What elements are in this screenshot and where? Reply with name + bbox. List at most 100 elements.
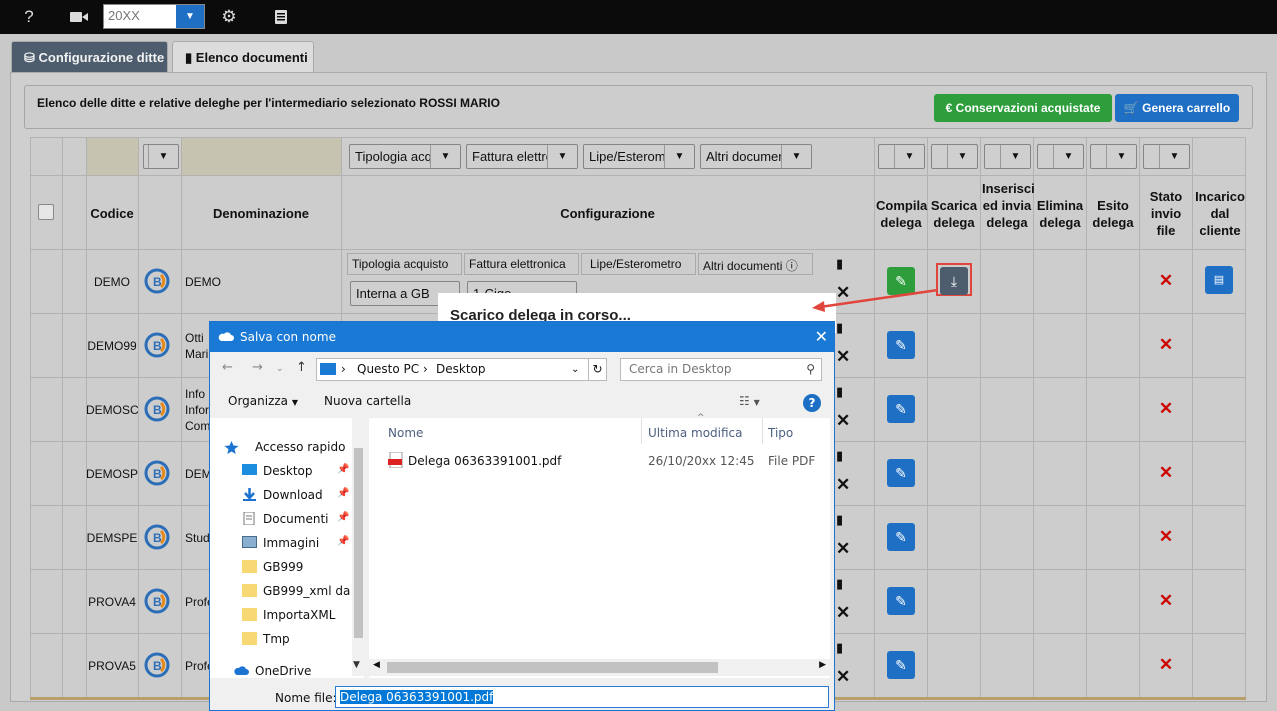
stato-error-icon: ✕ [1158, 399, 1174, 418]
help-icon[interactable]: ? [803, 394, 821, 412]
breadcrumb-item[interactable]: Questo PC [357, 359, 419, 380]
inserisci-filter[interactable]: ▼ [984, 144, 1031, 169]
folder-icon [242, 584, 257, 597]
compila-delega-button[interactable]: ✎ [887, 651, 915, 679]
horizontal-scrollbar[interactable]: ◀ ▶ [369, 659, 830, 676]
chevron-down-icon[interactable]: ⌄ [571, 359, 579, 380]
compila-delega-button[interactable]: ✎ [887, 459, 915, 487]
refresh-icon[interactable]: ↻ [588, 358, 607, 381]
video-icon[interactable] [64, 0, 94, 34]
compila-delega-button[interactable]: ✎ [887, 523, 915, 551]
stato-filter[interactable]: ▼ [1143, 144, 1190, 169]
scrollbar-thumb[interactable] [387, 662, 718, 673]
file-date: 26/10/20xx 12:45 [648, 454, 755, 468]
nav-item-folder[interactable]: GB999 [263, 560, 303, 574]
search-input[interactable]: Cerca in Desktop ⚲ [620, 358, 822, 381]
document-icon[interactable]: ▮ [836, 576, 843, 592]
pdf-file-icon: ▤ [1213, 274, 1225, 286]
delete-icon[interactable]: ✕ [836, 347, 850, 367]
forward-arrow-icon[interactable]: → [252, 360, 263, 375]
compila-filter[interactable]: ▼ [878, 144, 925, 169]
header-elimina: Elimina delega [1036, 198, 1084, 230]
genera-carrello-button[interactable]: 🛒 Genera carrello [1115, 94, 1239, 122]
document-icon[interactable]: ▮ [836, 384, 843, 400]
nav-item-download[interactable]: Download [263, 488, 323, 502]
nav-item-folder[interactable]: GB999_xml da 2 [263, 584, 351, 598]
help-icon[interactable]: ? [14, 0, 44, 34]
fattura-filter[interactable]: Fattura elettronica ▼ [466, 144, 578, 169]
compila-delega-button[interactable]: ✎ [887, 587, 915, 615]
gear-icon[interactable]: ⚙ [214, 0, 244, 34]
organizza-button[interactable]: Organizza ▼ [228, 394, 298, 408]
column-nome[interactable]: Nome [388, 426, 423, 440]
incarico-file-button[interactable]: ▤ [1205, 266, 1233, 294]
filename-input[interactable]: Delega 06363391001.pdf [335, 686, 829, 708]
compila-delega-button[interactable]: ✎ [887, 331, 915, 359]
tab-configurazione-ditte[interactable]: ⛁ Configurazione ditte [11, 41, 168, 73]
edit-icon: ✎ [895, 401, 907, 417]
header-scarica: Scarica delega [930, 198, 978, 230]
delete-icon[interactable]: ✕ [836, 667, 850, 687]
close-icon[interactable]: ✕ [815, 322, 828, 352]
nav-item-folder[interactable]: Tmp [263, 632, 290, 646]
scroll-right-icon[interactable]: ▶ [819, 660, 826, 670]
header-denominazione[interactable]: Denominazione [181, 205, 341, 222]
column-tipo[interactable]: Tipo [768, 426, 793, 440]
nav-item-accesso-rapido[interactable]: Accesso rapido [255, 440, 345, 454]
scarica-filter[interactable]: ▼ [931, 144, 978, 169]
logo-filter[interactable]: ▼ [143, 144, 179, 169]
nav-item-desktop[interactable]: Desktop [263, 464, 313, 478]
breadcrumb-item[interactable]: Desktop [436, 359, 486, 380]
up-arrow-icon[interactable]: ↑ [296, 360, 307, 375]
svg-text:B: B [153, 595, 162, 609]
column-ultima-modifica[interactable]: Ultima modifica [648, 426, 743, 440]
scroll-down-icon[interactable]: ▼ [353, 660, 360, 670]
nav-item-onedrive[interactable]: OneDrive [255, 664, 311, 678]
svg-text:B: B [153, 275, 162, 289]
document-icon[interactable]: ▮ [836, 512, 843, 528]
delete-icon[interactable]: ✕ [836, 475, 850, 495]
compila-delega-button[interactable]: ✎ [887, 395, 915, 423]
chevron-down-icon: ▼ [1159, 145, 1189, 168]
gb-logo-icon: B [144, 268, 170, 294]
desktop-icon [242, 464, 257, 475]
scrollbar-thumb[interactable] [354, 448, 363, 638]
select-all-checkbox[interactable] [38, 204, 54, 220]
year-select[interactable]: 20XX ▼ [103, 4, 205, 29]
back-arrow-icon[interactable]: ← [222, 360, 233, 375]
scarica-delega-button[interactable]: ⤓ [940, 267, 968, 295]
nav-scrollbar[interactable] [352, 418, 365, 676]
delete-icon[interactable]: ✕ [836, 411, 850, 431]
pin-icon: 📌 [337, 536, 350, 547]
altri-filter[interactable]: Altri documenti ▼ [700, 144, 812, 169]
tab-elenco-documenti[interactable]: ▮ Elenco documenti [172, 41, 314, 73]
address-bar[interactable]: › Questo PC › Desktop ⌄ [316, 358, 607, 381]
document-icon[interactable]: ▮ [836, 448, 843, 464]
recent-chevron-icon[interactable]: ⌄ [276, 364, 284, 374]
subheader-fattura: Fattura elettronica [464, 253, 579, 275]
tipologia-filter[interactable]: Tipologia acquisto ▼ [349, 144, 461, 169]
nav-item-documenti[interactable]: Documenti [263, 512, 329, 526]
chevron-down-icon[interactable]: ▼ [176, 5, 204, 28]
elimina-filter[interactable]: ▼ [1037, 144, 1084, 169]
view-options-icon[interactable]: ☷ ▼ [739, 394, 760, 408]
delete-icon[interactable]: ✕ [836, 603, 850, 623]
book-icon[interactable] [266, 0, 296, 34]
nuova-cartella-button[interactable]: Nuova cartella [324, 394, 411, 408]
nav-item-immagini[interactable]: Immagini [263, 536, 319, 550]
nav-item-folder[interactable]: ImportaXML [263, 608, 335, 622]
document-icon[interactable]: ▮ [836, 640, 843, 656]
lipe-filter[interactable]: Lipe/Esterometro ▼ [583, 144, 695, 169]
conservazioni-button[interactable]: € Conservazioni acquistate [934, 94, 1112, 122]
chevron-down-icon: ▼ [430, 145, 460, 168]
star-icon [224, 441, 239, 454]
esito-filter[interactable]: ▼ [1090, 144, 1137, 169]
scroll-left-icon[interactable]: ◀ [373, 660, 380, 670]
pin-icon: 📌 [337, 512, 350, 523]
document-icon[interactable]: ▮ [836, 256, 843, 272]
document-icon[interactable]: ▮ [836, 320, 843, 336]
delete-icon[interactable]: ✕ [836, 539, 850, 559]
file-type: File PDF [768, 454, 816, 468]
header-codice[interactable]: Codice [86, 205, 138, 222]
download-icon: ⤓ [950, 273, 958, 289]
